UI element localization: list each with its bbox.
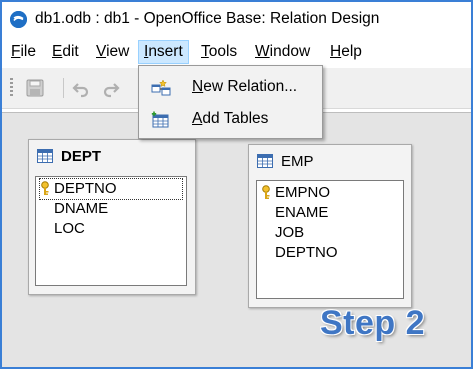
menu-tools[interactable]: Tools xyxy=(196,40,242,64)
table-name: EMP xyxy=(281,153,314,170)
field-name: DNAME xyxy=(54,200,109,217)
field-name: JOB xyxy=(275,224,305,241)
new-relation-icon xyxy=(151,79,171,97)
field-list[interactable]: DEPTNO DNAME LOC xyxy=(35,176,187,286)
field-name: DEPTNO xyxy=(54,180,117,197)
field-item[interactable]: DEPTNO xyxy=(39,178,183,200)
primary-key-icon xyxy=(261,185,271,200)
field-list[interactable]: EMPNO ENAME JOB DEPTNO xyxy=(256,180,404,299)
menu-window[interactable]: Window xyxy=(250,40,315,64)
field-name: EMPNO xyxy=(275,184,331,201)
menu-item-new-relation[interactable]: New Relation... xyxy=(139,74,322,102)
menu-bar: File Edit View Insert Tools Window Help xyxy=(2,40,471,64)
insert-menu: New Relation... Add Tables xyxy=(138,65,323,139)
toolbar-separator xyxy=(63,78,64,98)
save-icon[interactable] xyxy=(24,77,46,99)
menu-file[interactable]: File xyxy=(6,40,41,64)
step-label: Step 2 xyxy=(320,304,426,342)
table-name: DEPT xyxy=(61,148,102,165)
primary-key-icon xyxy=(40,181,50,196)
window-title: db1.odb : db1 - OpenOffice Base: Relatio… xyxy=(35,10,380,27)
menu-item-add-tables[interactable]: Add Tables xyxy=(139,106,322,134)
app-window: db1.odb : db1 - OpenOffice Base: Relatio… xyxy=(0,0,473,369)
table-window-emp[interactable]: EMP EMPNO ENAME JOB DEPTNO xyxy=(248,144,412,308)
field-name: ENAME xyxy=(275,204,329,221)
menu-insert[interactable]: Insert xyxy=(138,40,189,64)
add-tables-icon xyxy=(151,111,171,129)
redo-icon[interactable] xyxy=(100,77,122,99)
menu-item-label: Add Tables xyxy=(192,110,269,127)
table-icon xyxy=(37,149,53,163)
menu-edit[interactable]: Edit xyxy=(47,40,84,64)
menu-help[interactable]: Help xyxy=(325,40,367,64)
title-bar: db1.odb : db1 - OpenOffice Base: Relatio… xyxy=(2,2,471,36)
toolbar-grip[interactable] xyxy=(10,78,13,98)
openoffice-logo-icon xyxy=(10,11,27,28)
menu-item-label: New Relation... xyxy=(192,78,298,95)
field-name: LOC xyxy=(54,220,85,237)
table-icon xyxy=(257,154,273,168)
table-window-dept[interactable]: DEPT DEPTNO DNAME LOC xyxy=(28,139,196,295)
menu-view[interactable]: View xyxy=(91,40,134,64)
relation-design-canvas[interactable]: DEPT DEPTNO DNAME LOC EMP EMPNO ENAME JO… xyxy=(2,112,471,367)
field-name: DEPTNO xyxy=(275,244,338,261)
undo-icon[interactable] xyxy=(70,77,92,99)
